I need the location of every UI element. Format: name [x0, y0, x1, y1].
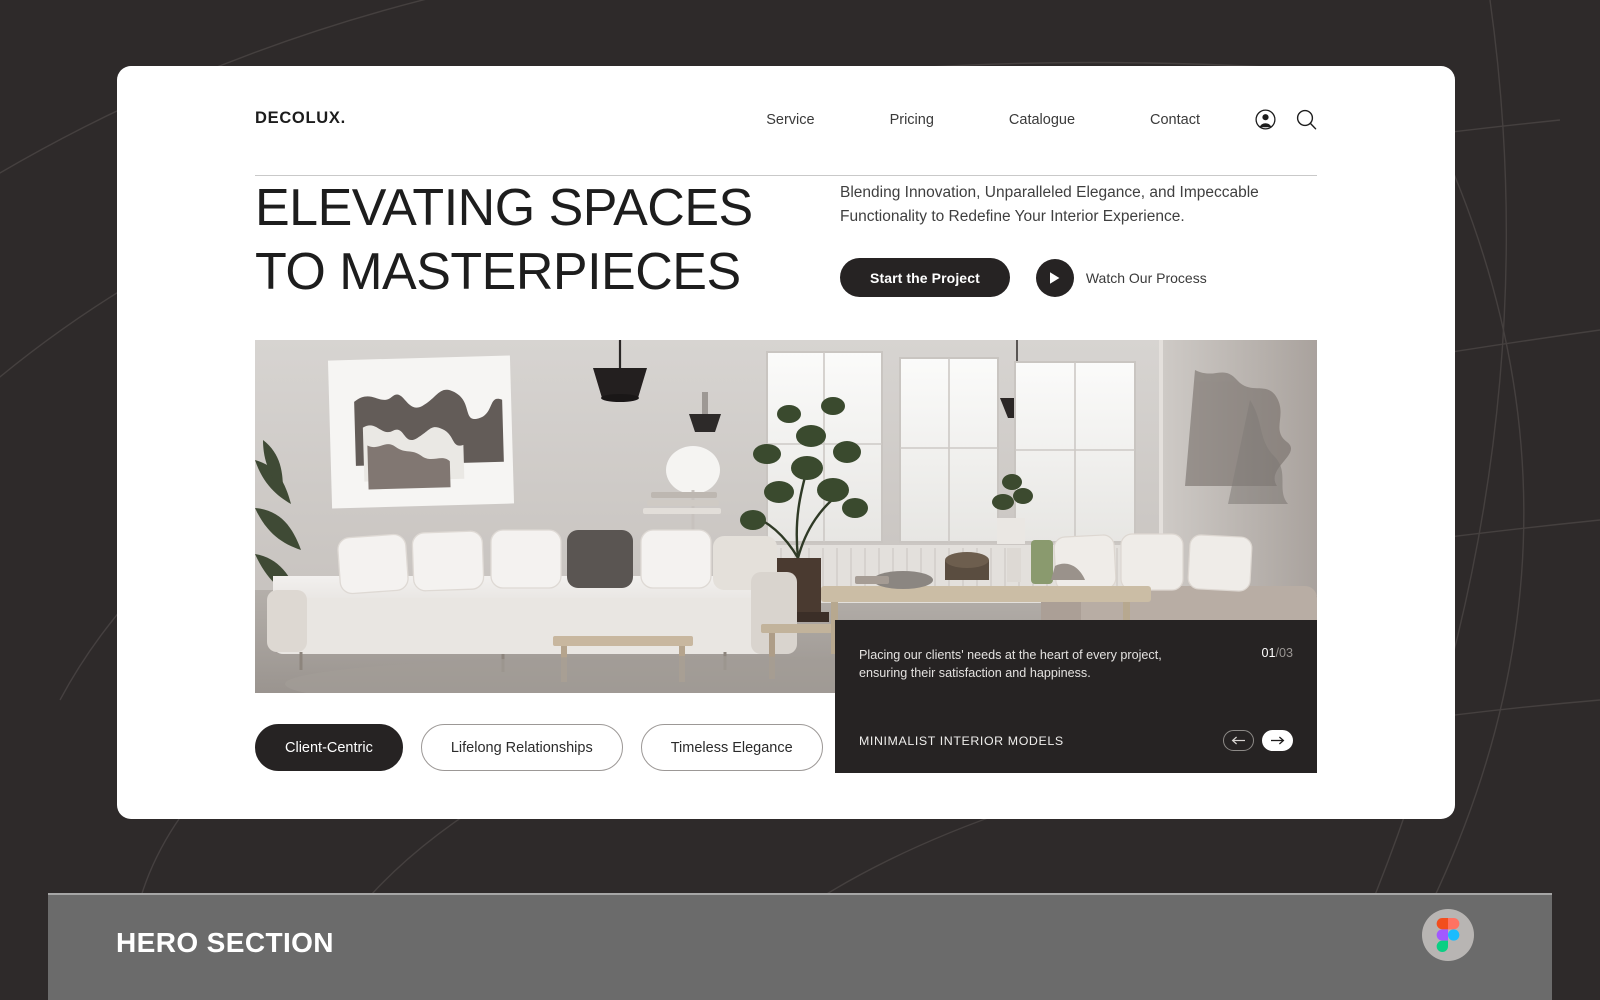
tag-lifelong-relationships[interactable]: Lifelong Relationships [420, 724, 623, 771]
slide-card-bottom: MINIMALIST INTERIOR MODELS [859, 730, 1293, 751]
slide-index: 01 [1261, 646, 1276, 660]
nav-item-contact[interactable]: Contact [1150, 112, 1200, 128]
account-icon[interactable] [1255, 109, 1276, 130]
tag-timeless-elegance[interactable]: Timeless Elegance [640, 724, 823, 771]
hero-right-column: Blending Innovation, Unparalleled Elegan… [840, 181, 1320, 297]
tag-client-centric[interactable]: Client-Centric [255, 724, 403, 771]
caption-title: HERO SECTION [116, 927, 334, 958]
hero-subcopy: Blending Innovation, Unparalleled Elegan… [840, 184, 1259, 225]
slide-counter: 01/03 [1261, 646, 1293, 660]
prev-slide-arrow-icon[interactable] [1223, 730, 1254, 751]
slide-nav [1223, 730, 1293, 751]
start-project-button[interactable]: Start the Project [840, 258, 1010, 297]
play-icon [1035, 258, 1074, 297]
site-header: DECOLUX. Service Pricing Catalogue Conta… [255, 96, 1317, 176]
search-icon[interactable] [1296, 109, 1317, 130]
slide-quote: Placing our clients' needs at the heart … [859, 648, 1162, 680]
watch-process-label: Watch Our Process [1085, 269, 1207, 286]
hero-actions: Start the Project Watch Our Process [840, 258, 1320, 297]
slide-card-top: Placing our clients' needs at the heart … [859, 646, 1293, 682]
header-actions [1255, 109, 1317, 130]
brand-logo[interactable]: DECOLUX. [255, 109, 346, 128]
slide-category: MINIMALIST INTERIOR MODELS [859, 733, 1064, 748]
slide-info-card: Placing our clients' needs at the heart … [835, 620, 1317, 773]
figma-logo-icon [1422, 909, 1474, 961]
nav-item-pricing[interactable]: Pricing [890, 112, 934, 128]
feature-tags: Client-Centric Lifelong Relationships Ti… [255, 724, 823, 771]
next-slide-arrow-icon[interactable] [1262, 730, 1293, 751]
nav-item-service[interactable]: Service [766, 112, 814, 128]
slide-total: 03 [1278, 646, 1293, 660]
main-navigation: Service Pricing Catalogue Contact [766, 112, 1200, 128]
nav-item-catalogue[interactable]: Catalogue [1009, 112, 1075, 128]
page-title: ELEVATING SPACES TO MASTERPIECES [255, 179, 753, 301]
caption-bar: HERO SECTION [48, 893, 1552, 1000]
watch-process-link[interactable]: Watch Our Process [1035, 258, 1207, 297]
site-content: DECOLUX. Service Pricing Catalogue Conta… [255, 66, 1317, 819]
website-preview-card: DECOLUX. Service Pricing Catalogue Conta… [117, 66, 1455, 819]
